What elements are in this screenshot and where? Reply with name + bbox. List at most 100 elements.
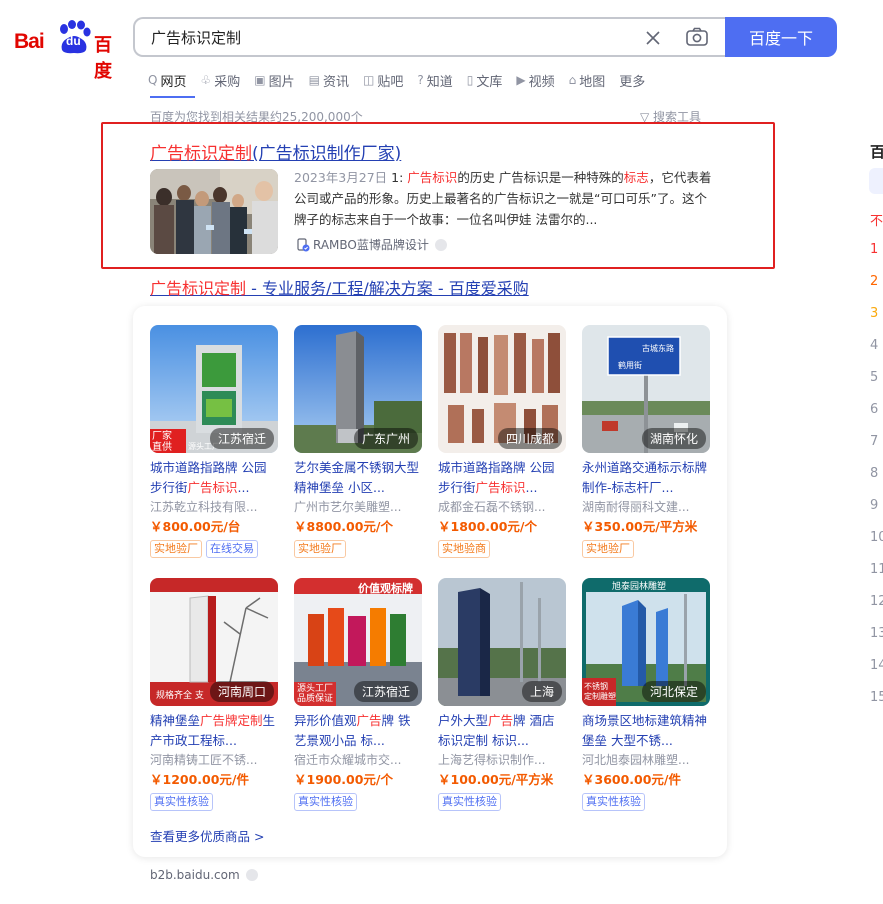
clear-icon[interactable] xyxy=(642,27,664,49)
play-icon: ▶ xyxy=(516,73,526,87)
document-icon: ▯ xyxy=(466,73,474,87)
product-price: ￥100.00元/平方米 xyxy=(438,772,554,787)
product-item[interactable]: 价值观标牌 源头工厂 品质保证 江苏宿迁 异形价值观广告牌 铁艺景观小品 标..… xyxy=(294,578,422,811)
search-input[interactable] xyxy=(149,19,629,55)
product-tag: 实地验厂 xyxy=(582,540,634,558)
sign-text-1: 古城东路 xyxy=(642,343,674,353)
tab-label: 知道 xyxy=(426,74,453,90)
hot-list-rank[interactable]: 8 xyxy=(870,466,878,481)
title-highlight: 广告牌定制 xyxy=(200,713,263,728)
tab-map[interactable]: ⌂ 地图 xyxy=(569,70,606,90)
hot-list-top[interactable]: 不 xyxy=(870,210,883,229)
product-item[interactable]: 旭泰园林雕塑 不锈钢 定制雕塑 河北保定 商场景区地标建筑精神堡垒 大型不锈..… xyxy=(582,578,710,811)
product-item[interactable]: 规格齐全 支 河南周口 精神堡垒广告牌定制生产市政工程标... 河南精铸工匠不锈… xyxy=(150,578,278,811)
product-seller[interactable]: 成都金石磊不锈钢... xyxy=(438,498,566,516)
hot-list-rank[interactable]: 12 xyxy=(870,594,883,609)
product-title[interactable]: 城市道路指路牌 公园步行街广告标识... xyxy=(438,458,566,498)
product-badge: 规格齐全 支 xyxy=(156,691,204,701)
abstract-text: 的历史 广告标识是一种特殊的 xyxy=(457,170,624,185)
product-seller[interactable]: 湖南耐得丽科文建... xyxy=(582,498,710,516)
more-products-link[interactable]: 查看更多优质商品 > xyxy=(150,826,264,845)
tab-zhidao[interactable]: ? 知道 xyxy=(417,70,452,90)
hot-list-rank[interactable]: 6 xyxy=(870,402,878,417)
feedback-icon[interactable] xyxy=(245,869,258,881)
hot-list-rank[interactable]: 10 xyxy=(870,530,883,545)
product-item[interactable]: 古城东路 鹤用街 湖南怀化 永州道路交通标示标牌制作-标志杆厂... 湖南耐得丽… xyxy=(582,325,710,558)
hot-list-rank[interactable]: 7 xyxy=(870,434,878,449)
product-seller[interactable]: 江苏乾立科技有限... xyxy=(150,498,278,516)
search-button[interactable]: 百度一下 xyxy=(725,17,837,57)
tab-images[interactable]: ▣ 图片 xyxy=(254,70,294,90)
product-title[interactable]: 户外大型广告牌 酒店标识定制 标识... xyxy=(438,711,566,751)
result2-title-link[interactable]: 广告标识定制 - 专业服务/工程/解决方案 - 百度爱采购 xyxy=(150,275,529,299)
tab-more[interactable]: 更多 xyxy=(619,70,645,90)
logo-bai-text: Bai xyxy=(14,30,45,53)
product-seller[interactable]: 河北旭泰园林雕塑... xyxy=(582,751,710,769)
tab-wenku[interactable]: ▯ 文库 xyxy=(467,70,503,90)
product-badge: 不锈钢 定制雕塑 xyxy=(584,682,616,701)
product-image[interactable]: 古城东路 鹤用街 湖南怀化 xyxy=(582,325,710,453)
product-title[interactable]: 永州道路交通标示标牌制作-标志杆厂... xyxy=(582,458,710,498)
title-rest: - 专业服务/工程/解决方案 - 百度爱采购 xyxy=(246,279,529,298)
tab-label: 图片 xyxy=(268,74,295,90)
result-thumbnail[interactable] xyxy=(150,169,278,254)
hot-list-rank[interactable]: 14 xyxy=(870,658,883,673)
product-seller[interactable]: 河南精铸工匠不锈... xyxy=(150,751,278,769)
product-title[interactable]: 商场景区地标建筑精神堡垒 大型不锈... xyxy=(582,711,710,751)
hot-list-rank[interactable]: 9 xyxy=(870,498,878,513)
product-image[interactable]: 价值观标牌 源头工厂 品质保证 江苏宿迁 xyxy=(294,578,422,706)
product-item[interactable]: 厂家 直供 源头工厂 江苏宿迁 城市道路指路牌 公园步行街广告标识... 江苏乾… xyxy=(150,325,278,558)
product-title[interactable]: 艺尔美金属不锈钢大型精神堡垒 小区... xyxy=(294,458,422,498)
product-item[interactable]: 四川成都 城市道路指路牌 公园步行街广告标识... 成都金石磊不锈钢... ￥1… xyxy=(438,325,566,558)
hot-list-rank[interactable]: 1 xyxy=(870,242,878,257)
product-tag: 实地验商 xyxy=(438,540,490,558)
product-badge: 厂家 直供 xyxy=(152,431,172,453)
hot-list-rank[interactable]: 11 xyxy=(870,562,883,577)
product-image[interactable]: 厂家 直供 源头工厂 江苏宿迁 xyxy=(150,325,278,453)
product-image[interactable]: 四川成都 xyxy=(438,325,566,453)
tab-tieba[interactable]: ◫ 贴吧 xyxy=(363,70,403,90)
tab-purchase[interactable]: ♧ 采购 xyxy=(200,70,240,90)
result2-source[interactable]: b2b.baidu.com xyxy=(150,868,258,882)
tab-label: 贴吧 xyxy=(377,74,404,90)
baidu-logo[interactable]: Bai du 百度 xyxy=(14,18,120,82)
tab-label: 地图 xyxy=(579,74,606,90)
product-item[interactable]: 广东广州 艺尔美金属不锈钢大型精神堡垒 小区... 广州市艺尔美雕塑... ￥8… xyxy=(294,325,422,558)
product-title[interactable]: 精神堡垒广告牌定制生产市政工程标... xyxy=(150,711,278,751)
feedback-icon[interactable] xyxy=(434,238,447,251)
product-seller[interactable]: 广州市艺尔美雕塑... xyxy=(294,498,422,516)
camera-icon[interactable] xyxy=(684,25,710,49)
product-seller[interactable]: 宿迁市众耀城市交... xyxy=(294,751,422,769)
hot-list-tab[interactable] xyxy=(869,168,883,194)
product-location: 河南周口 xyxy=(209,681,274,702)
product-image[interactable]: 规格齐全 支 河南周口 xyxy=(150,578,278,706)
search-tabs: Q 网页 ♧ 采购 ▣ 图片 ▤ 资讯 ◫ 贴吧 ? 知道 ▯ 文库 ▶ 视频 ⌂ 地图 更多 xyxy=(148,70,659,90)
product-title[interactable]: 异形价值观广告牌 铁艺景观小品 标... xyxy=(294,711,422,751)
tab-web[interactable]: Q 网页 xyxy=(148,70,186,90)
product-item[interactable]: 上海 户外大型广告牌 酒店标识定制 标识... 上海艺得标识制作... ￥100… xyxy=(438,578,566,811)
result-source[interactable]: RAMBO蓝博品牌设计 xyxy=(296,236,447,253)
tab-video[interactable]: ▶ 视频 xyxy=(516,70,554,90)
product-banner: 旭泰园林雕塑 xyxy=(612,582,667,592)
product-title[interactable]: 城市道路指路牌 公园步行街广告标识... xyxy=(150,458,278,498)
product-image[interactable]: 上海 xyxy=(438,578,566,706)
hot-list-rank[interactable]: 13 xyxy=(870,626,883,641)
title-highlight: 广告标识 xyxy=(187,480,238,495)
product-image[interactable]: 旭泰园林雕塑 不锈钢 定制雕塑 河北保定 xyxy=(582,578,710,706)
hot-list-rank[interactable]: 2 xyxy=(870,274,878,289)
product-seller[interactable]: 上海艺得标识制作... xyxy=(438,751,566,769)
product-price: ￥3600.00元/件 xyxy=(582,772,681,787)
hot-list-rank[interactable]: 3 xyxy=(870,306,878,321)
result-title-link[interactable]: 广告标识定制(广告标识制作厂家) xyxy=(150,139,401,164)
title-text: 异形价值观 xyxy=(294,713,357,728)
product-location: 湖南怀化 xyxy=(641,428,706,449)
hot-list-rank[interactable]: 5 xyxy=(870,370,878,385)
verified-site-icon xyxy=(297,237,310,251)
title-highlight: 广告标识 xyxy=(475,480,526,495)
hot-list-rank[interactable]: 15 xyxy=(870,690,883,705)
tab-label: 资讯 xyxy=(322,74,349,90)
product-image[interactable]: 广东广州 xyxy=(294,325,422,453)
logo-cn-text: 百度 xyxy=(94,35,112,82)
hot-list-rank[interactable]: 4 xyxy=(870,338,878,353)
tab-news[interactable]: ▤ 资讯 xyxy=(309,70,349,90)
